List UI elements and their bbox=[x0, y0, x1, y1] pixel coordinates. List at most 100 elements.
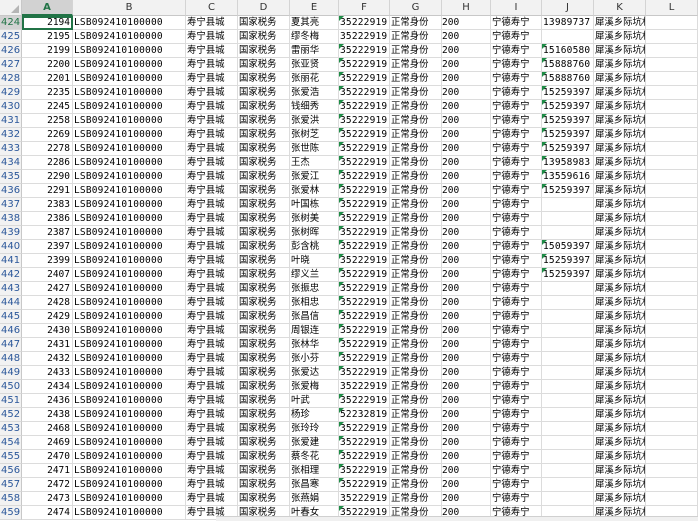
cell-c[interactable]: 寿宁县城 bbox=[186, 338, 238, 352]
cell-j[interactable]: 15259397 bbox=[542, 142, 594, 156]
cell-c[interactable]: 寿宁县城 bbox=[186, 254, 238, 268]
cell-j[interactable] bbox=[542, 338, 594, 352]
cell-c[interactable]: 寿宁县城 bbox=[186, 366, 238, 380]
cell-c[interactable]: 寿宁县城 bbox=[186, 422, 238, 436]
cell-l[interactable] bbox=[646, 198, 698, 212]
cell-h[interactable]: 200 bbox=[442, 184, 491, 198]
cell-j[interactable] bbox=[542, 380, 594, 394]
cell-b[interactable]: LSB092410100000 bbox=[73, 492, 186, 506]
row-header[interactable]: 438 bbox=[0, 212, 22, 226]
cell-i[interactable]: 宁德寿宁 bbox=[491, 142, 542, 156]
row-header[interactable]: 445 bbox=[0, 310, 22, 324]
cell-a[interactable]: 2235 bbox=[22, 86, 73, 100]
cell-l[interactable] bbox=[646, 240, 698, 254]
cell-i[interactable]: 宁德寿宁 bbox=[491, 324, 542, 338]
cell-a[interactable]: 2201 bbox=[22, 72, 73, 86]
cell-a[interactable]: 2432 bbox=[22, 352, 73, 366]
column-header-l[interactable]: L bbox=[646, 0, 698, 16]
cell-g[interactable]: 正常身份 bbox=[390, 198, 442, 212]
row-header[interactable]: 450 bbox=[0, 380, 22, 394]
cell-k[interactable]: 犀溪乡际坑村 bbox=[594, 86, 646, 100]
cell-b[interactable]: LSB092410100000 bbox=[73, 254, 186, 268]
cell-b[interactable]: LSB092410100000 bbox=[73, 282, 186, 296]
cell-k[interactable]: 犀溪乡际坑村 bbox=[594, 478, 646, 492]
cell-e[interactable]: 张爱洪 bbox=[290, 114, 339, 128]
cell-i[interactable]: 宁德寿宁 bbox=[491, 72, 542, 86]
cell-c[interactable]: 寿宁县城 bbox=[186, 142, 238, 156]
row-header[interactable]: 437 bbox=[0, 198, 22, 212]
row-header[interactable]: 439 bbox=[0, 226, 22, 240]
cell-k[interactable]: 犀溪乡际坑村 bbox=[594, 324, 646, 338]
cell-d[interactable]: 国家税务 bbox=[238, 16, 290, 30]
cell-a[interactable]: 2430 bbox=[22, 324, 73, 338]
cell-d[interactable]: 国家税务 bbox=[238, 296, 290, 310]
cell-g[interactable]: 正常身份 bbox=[390, 464, 442, 478]
cell-d[interactable]: 国家税务 bbox=[238, 198, 290, 212]
cell-k[interactable]: 犀溪乡际坑村 bbox=[594, 58, 646, 72]
cell-g[interactable]: 正常身份 bbox=[390, 324, 442, 338]
cell-k[interactable]: 犀溪乡际坑村 bbox=[594, 492, 646, 506]
cell-b[interactable]: LSB092410100000 bbox=[73, 380, 186, 394]
cell-d[interactable]: 国家税务 bbox=[238, 254, 290, 268]
cell-g[interactable]: 正常身份 bbox=[390, 114, 442, 128]
cell-j[interactable] bbox=[542, 478, 594, 492]
cell-l[interactable] bbox=[646, 296, 698, 310]
cell-c[interactable]: 寿宁县城 bbox=[186, 16, 238, 30]
cell-j[interactable]: 15259397 bbox=[542, 86, 594, 100]
cell-l[interactable] bbox=[646, 366, 698, 380]
cell-g[interactable]: 正常身份 bbox=[390, 58, 442, 72]
cell-d[interactable]: 国家税务 bbox=[238, 422, 290, 436]
cell-i[interactable]: 宁德寿宁 bbox=[491, 366, 542, 380]
cell-f[interactable]: 35222919 bbox=[339, 436, 390, 450]
cell-j[interactable]: 15160580 bbox=[542, 44, 594, 58]
row-header[interactable]: 449 bbox=[0, 366, 22, 380]
cell-h[interactable]: 200 bbox=[442, 268, 491, 282]
cell-g[interactable]: 正常身份 bbox=[390, 184, 442, 198]
row-header[interactable]: 433 bbox=[0, 142, 22, 156]
cell-k[interactable]: 犀溪乡际坑村 bbox=[594, 226, 646, 240]
cell-g[interactable]: 正常身份 bbox=[390, 394, 442, 408]
cell-b[interactable]: LSB092410100000 bbox=[73, 100, 186, 114]
cell-c[interactable]: 寿宁县城 bbox=[186, 436, 238, 450]
cell-c[interactable]: 寿宁县城 bbox=[186, 478, 238, 492]
row-header[interactable]: 444 bbox=[0, 296, 22, 310]
cell-c[interactable]: 寿宁县城 bbox=[186, 114, 238, 128]
cell-b[interactable]: LSB092410100000 bbox=[73, 310, 186, 324]
cell-i[interactable]: 宁德寿宁 bbox=[491, 282, 542, 296]
cell-k[interactable]: 犀溪乡际坑村 bbox=[594, 366, 646, 380]
cell-a[interactable]: 2429 bbox=[22, 310, 73, 324]
cell-f[interactable]: 35222919 bbox=[339, 394, 390, 408]
cell-b[interactable]: LSB092410100000 bbox=[73, 324, 186, 338]
column-header-k[interactable]: K bbox=[594, 0, 646, 16]
cell-e[interactable]: 张昌寒 bbox=[290, 478, 339, 492]
row-header[interactable]: 448 bbox=[0, 352, 22, 366]
cell-j[interactable] bbox=[542, 310, 594, 324]
cell-b[interactable]: LSB092410100000 bbox=[73, 128, 186, 142]
cell-i[interactable]: 宁德寿宁 bbox=[491, 240, 542, 254]
cell-f[interactable]: 35222919 bbox=[339, 100, 390, 114]
cell-i[interactable]: 宁德寿宁 bbox=[491, 408, 542, 422]
cell-g[interactable]: 正常身份 bbox=[390, 16, 442, 30]
cell-l[interactable] bbox=[646, 86, 698, 100]
cell-e[interactable]: 张林华 bbox=[290, 338, 339, 352]
cell-i[interactable]: 宁德寿宁 bbox=[491, 212, 542, 226]
cell-l[interactable] bbox=[646, 394, 698, 408]
cell-d[interactable]: 国家税务 bbox=[238, 184, 290, 198]
cell-f[interactable]: 35222919 bbox=[339, 422, 390, 436]
cell-d[interactable]: 国家税务 bbox=[238, 338, 290, 352]
cell-k[interactable]: 犀溪乡际坑村 bbox=[594, 100, 646, 114]
cell-j[interactable]: 15059397 bbox=[542, 240, 594, 254]
cell-e[interactable]: 叶武 bbox=[290, 394, 339, 408]
cell-f[interactable]: 52232819 bbox=[339, 408, 390, 422]
cell-b[interactable]: LSB092410100000 bbox=[73, 296, 186, 310]
cell-f[interactable]: 35222919 bbox=[339, 268, 390, 282]
cell-c[interactable]: 寿宁县城 bbox=[186, 296, 238, 310]
cell-e[interactable]: 蔡冬花 bbox=[290, 450, 339, 464]
cell-i[interactable]: 宁德寿宁 bbox=[491, 296, 542, 310]
cell-l[interactable] bbox=[646, 72, 698, 86]
cell-f[interactable]: 35222919 bbox=[339, 380, 390, 394]
row-header[interactable]: 442 bbox=[0, 268, 22, 282]
cell-a[interactable]: 2383 bbox=[22, 198, 73, 212]
cell-l[interactable] bbox=[646, 282, 698, 296]
cell-f[interactable]: 35222919 bbox=[339, 478, 390, 492]
